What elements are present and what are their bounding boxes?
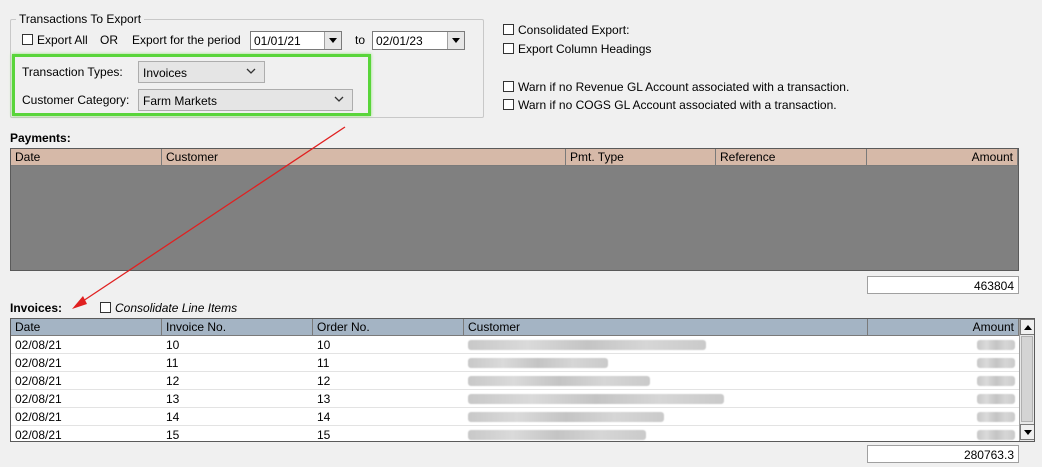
table-row[interactable]: 02/08/21 14 14	[11, 408, 1019, 426]
transaction-types-select[interactable]: Invoices	[138, 61, 265, 83]
payments-col-reference[interactable]: Reference	[716, 149, 867, 166]
from-date-combo[interactable]: 01/01/21	[250, 31, 342, 50]
warn-revenue-checkbox[interactable]	[503, 81, 514, 92]
row-date: 02/08/21	[15, 356, 62, 370]
row-invoice-no: 14	[166, 410, 180, 424]
row-date: 02/08/21	[15, 392, 62, 406]
invoices-col-invoice-no[interactable]: Invoice No.	[162, 319, 313, 336]
row-order-no: 11	[317, 356, 330, 370]
table-row[interactable]: 02/08/21 15 15	[11, 426, 1019, 442]
redacted-amount	[977, 394, 1015, 404]
invoices-total: 280763.3	[867, 445, 1019, 463]
warn-cogs-checkbox[interactable]	[503, 99, 514, 110]
from-date-value: 01/01/21	[254, 34, 301, 48]
payments-col-customer[interactable]: Customer	[162, 149, 566, 166]
to-label: to	[355, 33, 366, 47]
consolidate-line-items-label: Consolidate Line Items	[115, 301, 238, 315]
export-column-headings-checkbox[interactable]	[503, 43, 514, 54]
export-all-label: Export All	[37, 33, 88, 47]
redacted-customer	[468, 394, 724, 404]
row-invoice-no: 11	[166, 356, 179, 370]
redacted-amount	[977, 340, 1015, 350]
redacted-amount	[977, 430, 1015, 440]
invoices-col-date[interactable]: Date	[11, 319, 162, 336]
warn-revenue-label: Warn if no Revenue GL Account associated…	[518, 80, 850, 94]
payments-col-amount[interactable]: Amount	[867, 149, 1018, 166]
group-legend: Transactions To Export	[16, 12, 145, 26]
consolidated-export-label: Consolidated Export:	[518, 23, 630, 37]
scrollbar-thumb[interactable]	[1021, 336, 1033, 422]
payments-total: 463804	[867, 276, 1019, 294]
redacted-customer	[468, 340, 706, 350]
customer-category-label: Customer Category:	[22, 93, 130, 107]
table-row[interactable]: 02/08/21 13 13	[11, 390, 1019, 408]
to-date-combo[interactable]: 02/01/23	[372, 31, 465, 50]
transaction-types-value: Invoices	[143, 66, 188, 80]
export-all-checkbox[interactable]	[22, 34, 33, 45]
redacted-customer	[468, 430, 646, 440]
payments-title: Payments:	[10, 131, 71, 145]
redacted-amount	[977, 358, 1015, 368]
scroll-up-icon[interactable]	[1020, 319, 1034, 335]
invoices-grid[interactable]: Date Invoice No. Order No. Customer Amou…	[10, 318, 1035, 442]
customer-category-value: Farm Markets	[143, 94, 218, 108]
customer-category-select[interactable]: Farm Markets	[138, 89, 353, 111]
or-label: OR	[100, 33, 118, 47]
payments-col-pmt-type[interactable]: Pmt. Type	[566, 149, 716, 166]
dropdown-arrow-icon[interactable]	[447, 32, 464, 49]
row-date: 02/08/21	[15, 374, 62, 388]
redacted-customer	[468, 358, 608, 368]
invoices-rows: 02/08/21 10 10 02/08/21 11 11 02/08/21 1…	[11, 336, 1019, 442]
chevron-down-icon	[334, 94, 344, 109]
consolidate-line-items-checkbox[interactable]	[100, 302, 111, 313]
redacted-amount	[977, 412, 1015, 422]
scroll-down-icon[interactable]	[1020, 424, 1034, 440]
invoices-title: Invoices:	[10, 301, 63, 315]
invoices-scrollbar[interactable]	[1019, 319, 1034, 441]
dropdown-arrow-icon[interactable]	[324, 32, 341, 49]
row-date: 02/08/21	[15, 410, 62, 424]
invoices-col-order-no[interactable]: Order No.	[313, 319, 464, 336]
row-date: 02/08/21	[15, 428, 62, 442]
row-invoice-no: 13	[166, 392, 180, 406]
export-column-headings-label: Export Column Headings	[518, 42, 652, 56]
transaction-types-label: Transaction Types:	[22, 65, 123, 79]
row-order-no: 10	[317, 338, 331, 352]
table-row[interactable]: 02/08/21 12 12	[11, 372, 1019, 390]
table-row[interactable]: 02/08/21 11 11	[11, 354, 1019, 372]
payments-grid[interactable]: Date Customer Pmt. Type Reference Amount	[10, 148, 1019, 271]
row-order-no: 14	[317, 410, 331, 424]
row-invoice-no: 12	[166, 374, 180, 388]
invoices-col-customer[interactable]: Customer	[464, 319, 868, 336]
invoices-col-amount[interactable]: Amount	[868, 319, 1019, 336]
payments-col-date[interactable]: Date	[11, 149, 162, 166]
row-date: 02/08/21	[15, 338, 62, 352]
row-order-no: 13	[317, 392, 331, 406]
period-label: Export for the period	[132, 33, 241, 47]
to-date-value: 02/01/23	[376, 34, 423, 48]
redacted-amount	[977, 376, 1015, 386]
row-order-no: 12	[317, 374, 331, 388]
warn-cogs-label: Warn if no COGS GL Account associated wi…	[518, 98, 837, 112]
table-row[interactable]: 02/08/21 10 10	[11, 336, 1019, 354]
redacted-customer	[468, 412, 664, 422]
chevron-down-icon	[246, 66, 256, 81]
row-order-no: 15	[317, 428, 331, 442]
row-invoice-no: 15	[166, 428, 180, 442]
row-invoice-no: 10	[166, 338, 180, 352]
consolidated-export-checkbox[interactable]	[503, 24, 514, 35]
redacted-customer	[468, 376, 650, 386]
